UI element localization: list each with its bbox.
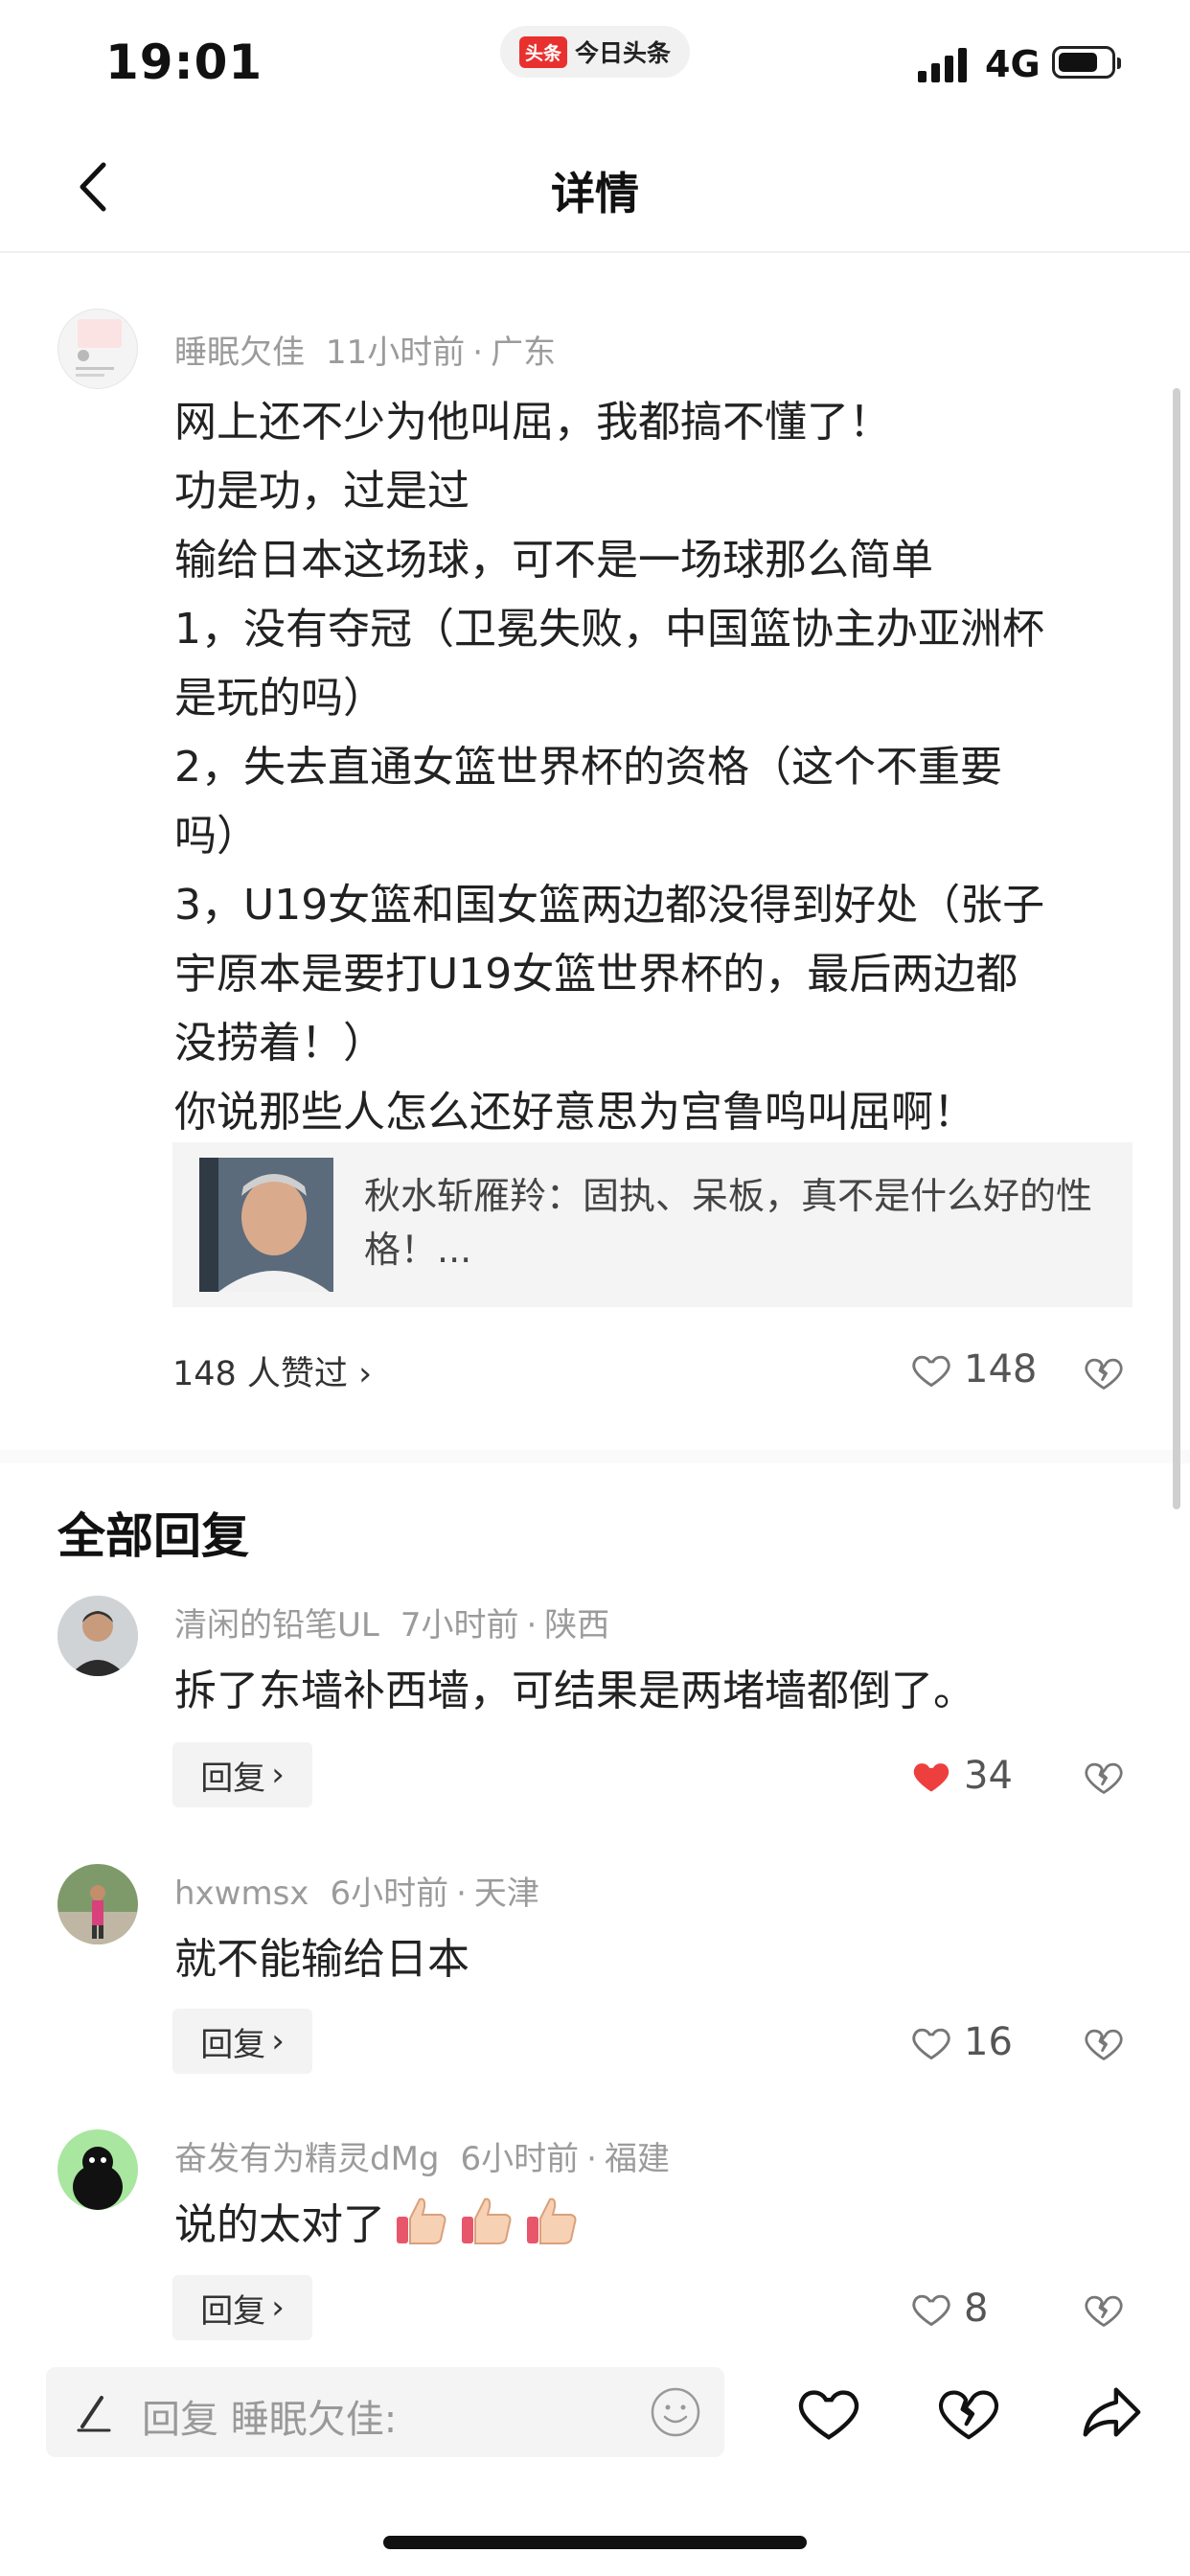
reply-button[interactable]: 回复 › [172,2275,312,2340]
reply-text: 说的太对了 [174,2200,385,2249]
status-time: 19:01 [105,34,263,90]
thumbs-up-icon [527,2197,577,2244]
main-comment-line: 吗） [174,812,259,861]
reply-author[interactable]: 奋发有为精灵dMg [174,2140,440,2178]
heart-outline-icon [912,2294,950,2327]
reply-location: 天津 [473,1874,539,1913]
reply-like-count: 34 [964,1754,1013,1798]
reply-location: 陕西 [544,1606,610,1644]
main-comment-line: 1，没有夺冠（卫冕失败，中国篮协主办亚洲杯 [174,605,1044,654]
battery-icon [1052,46,1121,79]
section-separator [0,1450,1190,1463]
main-comment-meta: 睡眠欠佳 11小时前 · 广东 [174,334,557,372]
main-comment-line: 你说那些人怎么还好意思为宫鲁鸣叫屈啊！ [174,1088,975,1137]
reply-meta: 奋发有为精灵dMg 6小时前 · 福建 [174,2140,670,2178]
reply-avatar[interactable] [57,1864,138,1944]
reply-time: 7小时前 [400,1606,519,1644]
main-comment-text: 网上还不少为他叫屈，我都搞不懂了！ 功是功，过是过 输给日本这场球，可不是一场球… [174,388,1133,1147]
reply-meta: 清闲的铅笔UL 7小时前 · 陕西 [174,1606,610,1644]
reply-input-placeholder: 回复 睡眠欠佳: [142,2398,398,2442]
main-comment-time: 11小时前 [326,334,466,372]
reply-dislike-button[interactable] [1083,2288,1125,2331]
reply-dislike-button[interactable] [1083,1756,1125,1798]
heart-icon[interactable] [795,2379,862,2446]
network-type: 4G [985,43,1041,85]
scrollbar[interactable] [1173,388,1180,1509]
reply-text: 拆了东墙补西墙，可结果是两堵墙都倒了。 [174,1667,975,1715]
broken-heart-icon [1085,1762,1123,1794]
main-comment-avatar[interactable] [57,309,138,389]
main-comment-author[interactable]: 睡眠欠佳 [174,334,305,372]
main-like-count: 148 [964,1347,1038,1392]
all-replies-title: 全部回复 [57,1508,249,1564]
heart-outline-icon [912,1355,950,1388]
reply-like-button[interactable]: 16 [910,2020,1013,2064]
reply-text: 就不能输给日本 [174,1935,469,1984]
reply-avatar[interactable] [57,2129,138,2210]
quoted-article-thumbnail [199,1158,333,1292]
reply-like-count: 16 [964,2020,1013,2064]
emoji-icon[interactable] [650,2386,701,2438]
dislike-icon[interactable] [935,2379,1002,2446]
reply-location: 福建 [604,2140,670,2178]
pen-icon [77,2396,111,2432]
reply-like-count: 8 [964,2287,989,2331]
heart-filled-icon [913,1763,950,1792]
signal-icon [918,48,968,82]
main-comment-line: 没捞着！） [174,1019,385,1068]
app-source-badge[interactable]: 头条 今日头条 [500,26,690,78]
reply-dislike-button[interactable] [1083,2022,1125,2064]
heart-outline-icon [912,2028,950,2060]
reply-like-button[interactable]: 8 [910,2287,988,2331]
reply-button[interactable]: 回复 › [172,2009,312,2074]
main-comment-line: 网上还不少为他叫屈，我都搞不懂了！ [174,398,891,447]
reply-text-row: 说的太对了 [174,2190,581,2251]
reply-author[interactable]: 清闲的铅笔UL [174,1606,379,1644]
chevron-right-icon: › [271,2022,285,2060]
main-comment-line: 是玩的吗） [174,674,385,723]
main-like-button[interactable]: 148 [910,1347,1037,1392]
main-comment-line: 宇原本是要打U19女篮世界杯的，最后两边都 [174,950,1018,999]
main-comment-line: 2，失去直通女篮世界杯的资格（这个不重要 [174,743,1002,792]
reply-input[interactable]: 回复 睡眠欠佳: [46,2367,724,2457]
broken-heart-icon [1085,1358,1123,1390]
home-indicator[interactable] [383,2536,807,2549]
nav-divider [0,251,1190,253]
app-name: 今日头条 [575,39,672,67]
chevron-right-icon: › [271,1756,285,1794]
thumbs-up-icon [397,2197,446,2244]
main-comment-line: 输给日本这场球，可不是一场球那么简单 [174,536,933,585]
reply-like-button[interactable]: 34 [910,1754,1013,1798]
reply-time: 6小时前 [460,2140,580,2178]
reply-button[interactable]: 回复 › [172,1742,312,1807]
broken-heart-icon [1085,2029,1123,2060]
quoted-article-text: 秋水斩雁羚：固执、呆板，真不是什么好的性格！... [364,1175,1093,1271]
main-comment-line: 功是功，过是过 [174,467,469,516]
main-comment-location: 广东 [491,334,557,372]
main-dislike-button[interactable] [1083,1351,1125,1393]
reply-time: 6小时前 [330,1874,449,1913]
chevron-right-icon: › [271,2288,285,2327]
thumbs-up-icon [462,2197,512,2244]
reply-meta: hxwmsx 6小时前 · 天津 [174,1874,539,1913]
likers-link[interactable]: 148 人赞过 › [172,1346,372,1395]
quoted-article-card[interactable]: 秋水斩雁羚：固执、呆板，真不是什么好的性格！... [172,1142,1133,1307]
main-comment-line: 3，U19女篮和国女篮两边都没得到好处（张子 [174,881,1045,930]
reply-author[interactable]: hxwmsx [174,1874,309,1913]
reply-avatar[interactable] [57,1596,138,1676]
share-icon[interactable] [1077,2379,1144,2446]
page-title: 详情 [551,168,639,219]
toutiao-logo: 头条 [518,35,567,68]
broken-heart-icon [1085,2295,1123,2327]
